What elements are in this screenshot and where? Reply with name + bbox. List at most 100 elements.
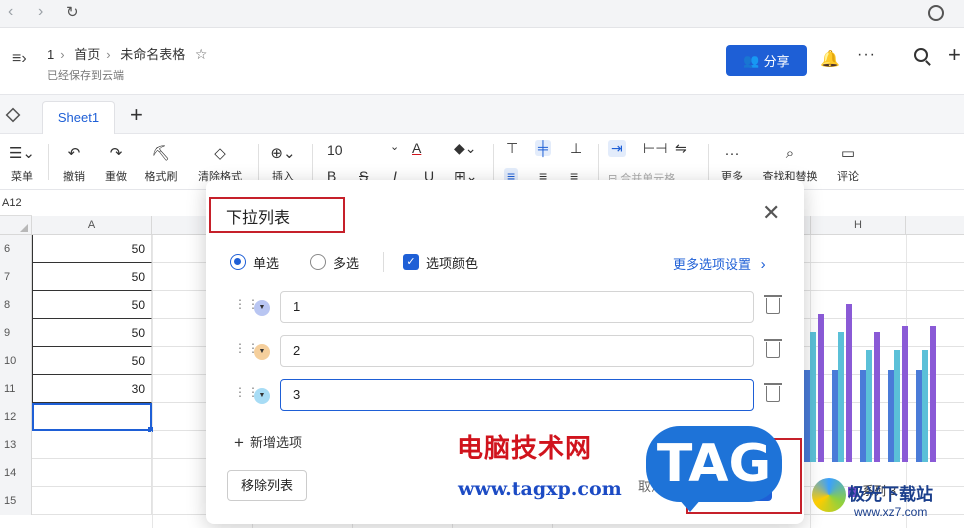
add-sheet-icon[interactable]: + [130, 102, 143, 128]
forward-icon[interactable]: › [38, 3, 43, 21]
add-option-button[interactable]: + 新增选项 [234, 432, 302, 453]
drag-handle-icon[interactable]: ⋮⋮ [234, 386, 259, 404]
document-header: ≡› 1 › 首页 › 未命名表格 ☆ 已经保存到云端 👥 分享 🔔 ··· + [0, 28, 964, 94]
search-icon[interactable] [914, 48, 928, 62]
cell[interactable]: 50 [32, 319, 152, 347]
site2-logo-icon [812, 478, 846, 512]
color-picker-dot[interactable]: ▼ [254, 344, 270, 360]
more-button[interactable]: ··· 更多 [716, 144, 748, 184]
chart-bar [810, 332, 816, 462]
radio-on-icon [230, 254, 246, 270]
undo-icon: ↶ [67, 145, 81, 162]
option-color-checkbox[interactable]: ✓ 选项颜色 [403, 252, 478, 272]
fill-color-icon[interactable]: ◆⌄ [454, 140, 477, 157]
chevron-down-icon[interactable]: ⌄ [390, 140, 399, 153]
clear-format-button[interactable]: ◇ 清除格式 [194, 144, 246, 184]
menu-icon: ☰⌄ [8, 145, 35, 162]
select-all-corner[interactable] [0, 216, 32, 235]
breadcrumb-item[interactable]: 首页 [74, 47, 100, 62]
document-title[interactable]: 未命名表格 [120, 47, 185, 62]
trash-icon[interactable] [764, 383, 782, 402]
cell-reference[interactable]: A12 [0, 190, 32, 216]
reload-icon[interactable]: ↻ [66, 3, 79, 21]
list-item: ⋮⋮ ▼ 2 [234, 335, 784, 369]
breadcrumb-item[interactable]: 1 [47, 47, 54, 62]
watermark-text: 电脑技术网 [457, 434, 593, 464]
align-middle-icon[interactable]: ╪ [535, 140, 551, 156]
menu-button[interactable]: ☰⌄ 菜单 [6, 144, 38, 184]
undo-button[interactable]: ↶ 撤销 [58, 144, 90, 184]
drag-handle-icon[interactable]: ⋮⋮ [234, 342, 259, 360]
watermark-tag-logo: TAG [646, 426, 782, 512]
sheet-tabs-bar: Sheet1 + [0, 94, 964, 135]
cell[interactable]: 50 [32, 347, 152, 375]
column-width-icon[interactable]: ⊢⊣ [643, 140, 667, 157]
trash-icon[interactable] [764, 339, 782, 358]
share-label: 分享 [763, 54, 790, 69]
single-select-radio[interactable]: 单选 [230, 252, 279, 272]
color-picker-dot[interactable]: ▼ [254, 388, 270, 404]
wrap-text-icon[interactable]: ⇋ [675, 140, 687, 157]
more-settings-link[interactable]: 更多选项设置 › [673, 254, 766, 273]
bell-icon[interactable]: 🔔 [820, 49, 840, 69]
option-input[interactable]: 3 [280, 379, 754, 411]
breadcrumb: 1 › 首页 › 未命名表格 ☆ [47, 46, 208, 62]
font-color-button[interactable]: A [412, 140, 421, 156]
comment-icon: ▭ [840, 145, 856, 162]
chart-bar [902, 326, 908, 462]
font-size-select[interactable]: 10 [327, 142, 343, 158]
cell[interactable] [32, 431, 152, 459]
users-icon: 👥 [743, 52, 760, 68]
cell[interactable] [32, 487, 152, 515]
save-status: 已经保存到云端 [47, 70, 124, 82]
browser-toolbar: ‹ › ↻ [0, 0, 964, 28]
tab-sheet1[interactable]: Sheet1 [42, 101, 115, 135]
plus-icon: + [234, 433, 244, 452]
more-icon[interactable]: ··· [857, 46, 876, 64]
redo-icon: ↷ [109, 145, 123, 162]
chart-bar [922, 350, 928, 462]
cell[interactable] [32, 459, 152, 487]
plus-circle-icon: ⊕⌄ [270, 145, 296, 162]
align-bottom-icon[interactable]: ⊥ [570, 140, 582, 157]
chart-bar [838, 332, 844, 462]
cell[interactable]: 50 [32, 235, 152, 263]
option-input[interactable]: 2 [280, 335, 754, 367]
list-item: ⋮⋮ ▼ 3 [234, 379, 784, 413]
radio-off-icon [310, 254, 326, 270]
align-top-icon[interactable]: ⊤ [506, 140, 518, 157]
cell[interactable]: 50 [32, 291, 152, 319]
more-dots-icon: ··· [724, 145, 740, 162]
color-picker-dot[interactable]: ▼ [254, 300, 270, 316]
column-header-a[interactable]: A [32, 216, 152, 235]
chart-bar [874, 332, 880, 462]
compass-icon[interactable] [928, 5, 944, 21]
redo-button[interactable]: ↷ 重做 [100, 144, 132, 184]
multi-select-radio[interactable]: 多选 [310, 252, 359, 272]
back-icon[interactable]: ‹ [8, 3, 13, 21]
cell[interactable]: 30 [32, 375, 152, 403]
selected-cell[interactable] [32, 403, 153, 432]
chart-bar [930, 326, 936, 462]
drag-handle-icon[interactable]: ⋮⋮ [234, 298, 259, 316]
layers-icon[interactable] [5, 107, 21, 123]
format-painter-button[interactable]: ⛏ 格式刷 [140, 144, 182, 184]
comment-button[interactable]: ▭ 评论 [832, 144, 864, 184]
add-icon[interactable]: + [948, 42, 961, 68]
trash-icon[interactable] [764, 295, 782, 314]
star-icon[interactable]: ☆ [195, 46, 208, 62]
close-icon[interactable]: ✕ [762, 200, 780, 226]
insert-button[interactable]: ⊕⌄ 插入 [266, 144, 300, 184]
cell[interactable]: 50 [32, 263, 152, 291]
fit-width-icon[interactable]: ⇥ [608, 140, 626, 157]
menu-toggle-icon[interactable]: ≡› [12, 50, 27, 68]
paint-brush-icon: ⛏ [151, 145, 171, 162]
find-replace-button[interactable]: ⌕ 查找和替换 [758, 144, 822, 184]
embedded-chart[interactable] [800, 240, 960, 462]
option-input[interactable]: 1 [280, 291, 754, 323]
chevron-right-icon: › [760, 256, 766, 273]
column-header-h[interactable]: H [810, 216, 906, 235]
remove-list-button[interactable]: 移除列表 [227, 470, 307, 501]
eraser-icon: ◇ [214, 145, 226, 162]
share-button[interactable]: 👥 分享 [726, 45, 807, 76]
